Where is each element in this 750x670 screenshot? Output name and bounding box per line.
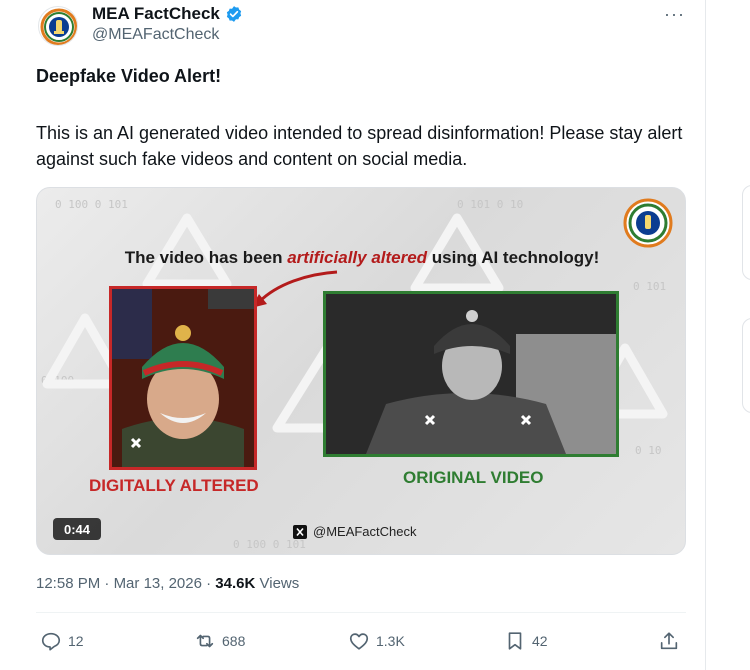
more-options-icon[interactable]: ··· (664, 4, 685, 25)
reply-button[interactable]: 12 (40, 630, 84, 652)
divider (36, 612, 686, 613)
bookmark-count: 42 (532, 633, 548, 649)
altered-video-frame (109, 286, 257, 470)
video-caption-end: using AI technology! (427, 248, 600, 267)
share-button[interactable] (658, 630, 680, 652)
post-body: This is an AI generated video intended t… (36, 123, 683, 169)
label-digitally-altered: DIGITALLY ALTERED (89, 476, 259, 495)
timeline-border (705, 0, 706, 670)
side-panel-card (742, 185, 750, 280)
like-count: 1.3K (376, 633, 405, 649)
verified-badge-icon (226, 6, 241, 22)
repost-count: 688 (222, 633, 246, 649)
meta-separator: · (206, 575, 212, 592)
meta-separator: · (104, 575, 110, 592)
label-original-video: ORIGINAL VIDEO (403, 468, 544, 487)
bookmark-button[interactable]: 42 (504, 630, 548, 652)
post-date[interactable]: Mar 13, 2026 (114, 575, 202, 592)
video-caption-start: The video has been (124, 248, 288, 267)
author-handle[interactable]: @MEAFactCheck (92, 26, 219, 44)
original-video-frame (323, 291, 619, 457)
fact-check-badge-icon (623, 198, 673, 248)
video-watermark: @MEAFactCheck (293, 524, 417, 539)
author-name[interactable]: MEA FactCheck (92, 4, 220, 24)
post-headline: Deepfake Video Alert! (36, 66, 222, 86)
original-frame-image (326, 294, 616, 454)
like-button[interactable]: 1.3K (348, 630, 405, 652)
video-watermark-text: @MEAFactCheck (313, 524, 417, 539)
action-bar: 12 688 1.3K 42 (36, 628, 686, 658)
avatar[interactable] (38, 6, 78, 46)
video-caption-emphasis: artificially altered (287, 248, 428, 267)
altered-frame-image (112, 289, 254, 467)
repost-icon (196, 634, 214, 648)
views-count: 34.6K (215, 575, 256, 592)
x-logo-icon (293, 524, 307, 539)
views-label: Views (259, 575, 300, 592)
post-time[interactable]: 12:58 PM (36, 575, 100, 592)
reply-icon (41, 632, 61, 651)
reply-count: 12 (68, 633, 84, 649)
side-panel-card (742, 318, 750, 413)
video-duration: 0:44 (53, 518, 101, 540)
video-player[interactable]: 0 100 0 101 0 101 0 10 0 101 0 100 0 10 … (36, 187, 686, 555)
mea-emblem-icon (40, 8, 77, 45)
bookmark-icon (508, 632, 522, 650)
post-metadata: 12:58 PM · Mar 13, 2026 · 34.6K Views (36, 575, 299, 592)
share-icon (660, 632, 678, 650)
video-caption: The video has been artificially altered … (37, 248, 685, 268)
heart-icon (349, 633, 369, 650)
repost-button[interactable]: 688 (194, 630, 245, 652)
